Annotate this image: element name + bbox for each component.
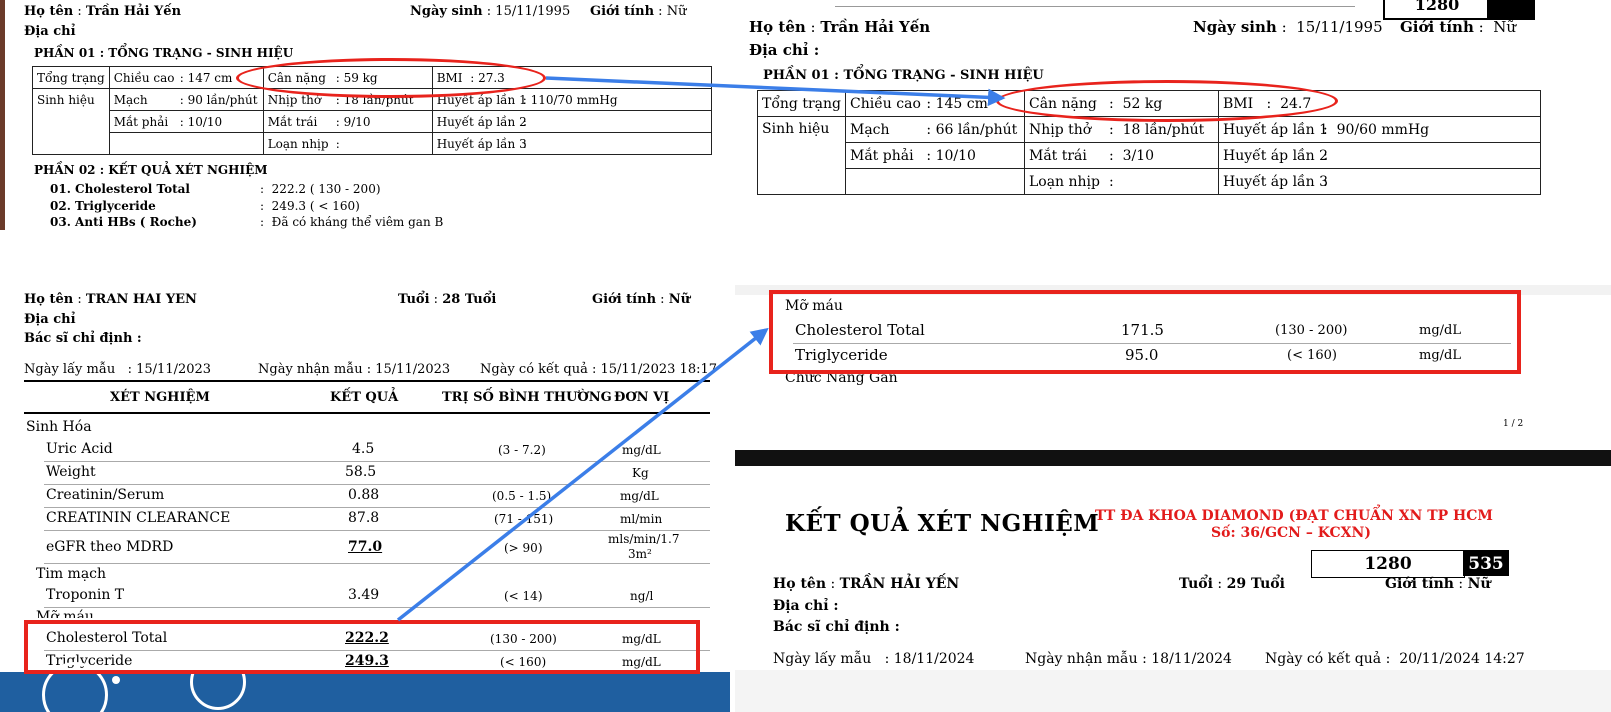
arrow-weight bbox=[545, 76, 1006, 107]
arrow-lipid bbox=[396, 327, 769, 622]
comparison-arrows bbox=[396, 76, 1006, 622]
